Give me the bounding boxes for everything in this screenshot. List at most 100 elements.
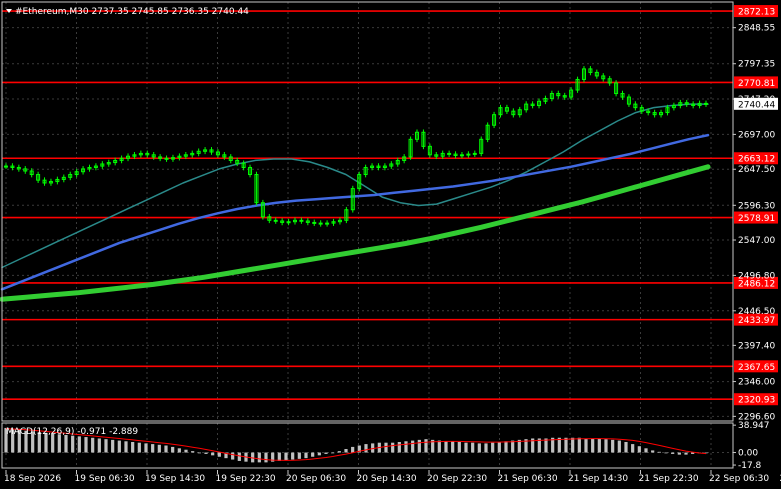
macd-histogram-bar xyxy=(191,451,195,453)
macd-histogram-bar xyxy=(631,444,635,453)
macd-histogram-bar xyxy=(364,444,368,453)
candle-body xyxy=(4,165,8,168)
current-price-label: 2740.44 xyxy=(738,100,775,110)
macd-histogram-bar xyxy=(457,441,461,453)
macd-histogram-bar xyxy=(237,452,241,461)
macd-histogram-bar xyxy=(657,451,661,453)
macd-histogram-bar xyxy=(471,442,475,453)
candle-body xyxy=(466,153,471,156)
time-tick-label: 22 Sep 06:30 xyxy=(709,474,769,484)
macd-histogram-bar xyxy=(391,442,395,453)
candle-body xyxy=(447,152,452,155)
macd-histogram-bar xyxy=(324,452,328,454)
macd-histogram-bar xyxy=(64,434,68,453)
macd-histogram-bar xyxy=(331,452,335,454)
time-tick-label: 18 Sep 2026 xyxy=(4,474,61,484)
macd-histogram-bar xyxy=(464,442,468,453)
macd-histogram-bar xyxy=(77,436,81,453)
macd-histogram-bar xyxy=(211,452,215,456)
macd-histogram-bar xyxy=(417,439,421,453)
price-tick-label: 2346.00 xyxy=(738,378,775,388)
candle-body xyxy=(299,219,304,222)
price-tick-label: 2547.00 xyxy=(738,236,775,246)
macd-histogram-bar xyxy=(604,439,608,453)
macd-histogram-bar xyxy=(597,438,601,453)
macd-histogram-bar xyxy=(397,441,401,453)
macd-histogram-bar xyxy=(511,440,515,453)
macd-histogram-bar xyxy=(91,437,95,453)
macd-histogram-bar xyxy=(591,438,595,453)
macd-histogram-bar xyxy=(164,445,168,453)
macd-histogram-bar xyxy=(311,452,315,457)
price-tick-label: 2697.00 xyxy=(738,130,775,140)
macd-histogram-bar xyxy=(277,452,281,461)
candle-body xyxy=(325,222,330,225)
macd-histogram-bar xyxy=(231,452,235,460)
macd-histogram-bar xyxy=(611,439,615,453)
level-tag-label: 2433.97 xyxy=(738,316,775,326)
candle-body xyxy=(286,221,291,224)
macd-histogram-bar xyxy=(564,437,568,453)
macd-histogram-bar xyxy=(204,452,208,454)
macd-histogram-bar xyxy=(97,438,101,453)
macd-histogram-bar xyxy=(404,441,408,453)
macd-histogram-bar xyxy=(384,442,388,453)
macd-histogram-bar xyxy=(684,452,688,455)
time-tick-label: 21 Sep 14:30 xyxy=(568,474,628,484)
candle-body xyxy=(312,221,317,224)
price-tick-label: 2797.35 xyxy=(738,60,775,70)
macd-histogram-bar xyxy=(111,439,115,453)
level-tag-label: 2663.12 xyxy=(738,155,775,165)
macd-histogram-bar xyxy=(171,446,175,453)
macd-histogram-bar xyxy=(184,449,188,453)
macd-histogram-bar xyxy=(677,452,681,455)
macd-histogram-bar xyxy=(351,446,355,453)
macd-histogram-bar xyxy=(571,437,575,453)
macd-histogram-bar xyxy=(197,452,201,454)
macd-histogram-bar xyxy=(177,448,181,453)
current-price-tag: 2740.44 xyxy=(734,97,778,110)
trading-chart[interactable]: 2872.132770.812663.122578.912486.122433.… xyxy=(0,0,781,489)
macd-histogram-bar xyxy=(124,441,128,453)
level-tag-label: 2578.91 xyxy=(738,214,775,224)
macd-histogram-bar xyxy=(671,452,675,454)
macd-histogram-bar xyxy=(477,443,481,453)
candle-body xyxy=(459,154,464,157)
macd-histogram-bar xyxy=(104,439,108,453)
macd-histogram-bar xyxy=(151,444,155,453)
time-tick-label: 21 Sep 22:30 xyxy=(639,474,699,484)
macd-histogram-bar xyxy=(617,440,621,453)
macd-histogram-bar xyxy=(284,452,288,461)
macd-histogram-bar xyxy=(337,451,341,453)
macd-histogram-bar xyxy=(291,452,295,460)
macd-histogram-bar xyxy=(131,441,135,453)
macd-histogram-bar xyxy=(664,452,668,454)
price-tick-label: 2647.50 xyxy=(738,165,775,175)
macd-histogram-bar xyxy=(297,452,301,459)
candle-body xyxy=(273,219,278,222)
candle-body xyxy=(704,102,708,105)
macd-histogram-bar xyxy=(317,452,321,456)
symbol-header: #Ethereum,M30 2737.35 2745.85 2736.35 27… xyxy=(6,7,249,17)
macd-histogram-bar xyxy=(584,438,588,453)
macd-histogram-bar xyxy=(504,441,508,453)
price-tick-label: 2848.55 xyxy=(738,24,775,34)
level-tag-label: 2367.65 xyxy=(738,363,775,373)
candle-body xyxy=(318,222,323,225)
macd-histogram-bar xyxy=(411,440,415,453)
price-tick-label: 2596.30 xyxy=(738,201,775,211)
macd-histogram-bar xyxy=(437,440,441,453)
candle-body xyxy=(472,152,477,155)
macd-histogram-bar xyxy=(84,437,88,453)
time-tick-label: 20 Sep 14:30 xyxy=(357,474,417,484)
price-tick-label: 2397.40 xyxy=(738,341,775,351)
price-tick-label: 2496.80 xyxy=(738,271,775,281)
level-tag-label: 2872.13 xyxy=(738,8,775,18)
macd-histogram-bar xyxy=(257,452,261,463)
macd-histogram-bar xyxy=(497,441,501,453)
time-tick-label: 21 Sep 06:30 xyxy=(498,474,558,484)
macd-histogram-bar xyxy=(637,446,641,453)
time-tick-label: 19 Sep 06:30 xyxy=(75,474,135,484)
macd-histogram-bar xyxy=(344,449,348,453)
macd-histogram-bar xyxy=(644,448,648,453)
